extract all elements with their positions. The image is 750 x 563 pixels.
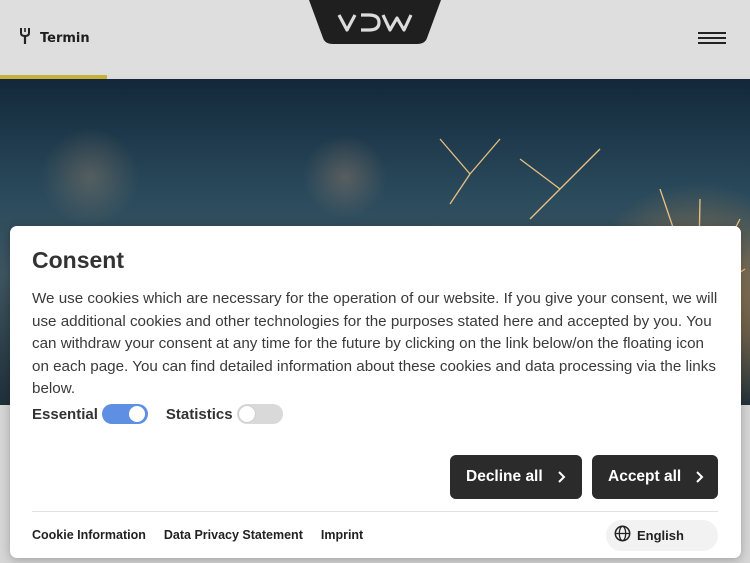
cookie-information-link[interactable]: Cookie Information bbox=[32, 528, 146, 542]
statistics-label: Statistics bbox=[165, 405, 233, 423]
site-header: Termin bbox=[0, 0, 750, 75]
accept-all-button[interactable]: Accept all bbox=[592, 455, 718, 499]
termin-label: Termin bbox=[40, 31, 90, 46]
globe-icon bbox=[606, 525, 631, 547]
language-label: English bbox=[637, 528, 684, 543]
essential-label: Essential bbox=[32, 405, 98, 423]
consent-dialog: Consent We use cookies which are necessa… bbox=[10, 226, 741, 558]
hamburger-menu-icon[interactable] bbox=[696, 30, 728, 46]
accept-all-label: Accept all bbox=[608, 468, 682, 485]
decline-all-label: Decline all bbox=[466, 468, 543, 485]
consent-title: Consent bbox=[32, 247, 124, 273]
vdw-logo[interactable] bbox=[309, 0, 441, 45]
essential-toggle[interactable] bbox=[101, 404, 148, 424]
language-selector[interactable]: English bbox=[606, 520, 718, 551]
footer-divider bbox=[32, 511, 718, 512]
wrench-icon bbox=[17, 27, 33, 50]
consent-toggles: Essential Statistics bbox=[32, 404, 283, 424]
decline-all-button[interactable]: Decline all bbox=[450, 455, 582, 499]
statistics-toggle[interactable] bbox=[236, 404, 283, 424]
chevron-right-icon bbox=[557, 470, 567, 484]
chevron-right-icon bbox=[695, 470, 705, 484]
imprint-link[interactable]: Imprint bbox=[321, 528, 363, 542]
data-privacy-statement-link[interactable]: Data Privacy Statement bbox=[164, 528, 303, 542]
consent-footer-links: Cookie Information Data Privacy Statemen… bbox=[32, 528, 363, 542]
termin-link[interactable]: Termin bbox=[17, 27, 90, 50]
consent-description: We use cookies which are necessary for t… bbox=[32, 290, 718, 398]
